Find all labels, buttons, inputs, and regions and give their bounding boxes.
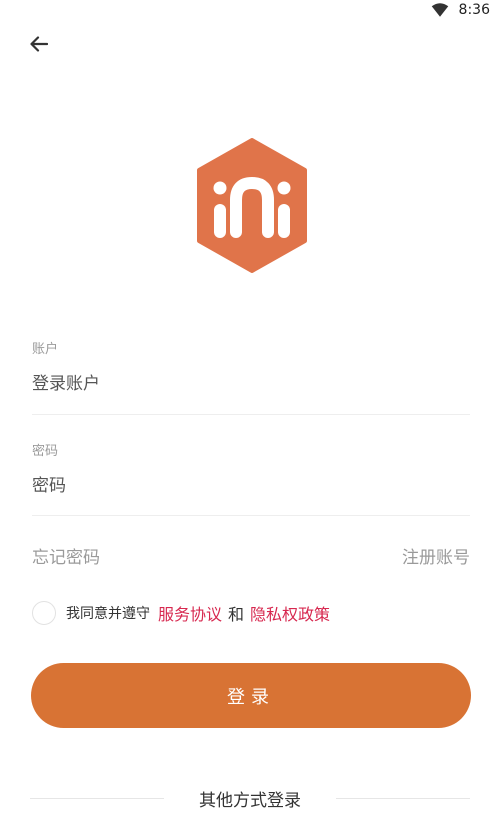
password-field: 密码 xyxy=(32,440,470,497)
other-login-label: 其他方式登录 xyxy=(199,791,301,811)
other-login-divider-right xyxy=(336,798,470,799)
other-login-row: 其他方式登录 xyxy=(30,786,470,811)
privacy-policy-link[interactable]: 隐私权政策 xyxy=(250,601,330,625)
auth-links: 忘记密码 注册账号 xyxy=(32,543,470,568)
password-divider xyxy=(32,515,470,516)
account-input[interactable] xyxy=(32,373,470,395)
register-link[interactable]: 注册账号 xyxy=(402,543,470,568)
account-field: 账户 xyxy=(32,338,470,395)
back-button[interactable] xyxy=(26,32,52,56)
status-icons: 8:36 xyxy=(431,2,490,18)
account-divider xyxy=(32,414,470,415)
agreement-and: 和 xyxy=(228,605,245,624)
other-login-divider-left xyxy=(30,798,164,799)
arrow-left-icon xyxy=(30,36,48,52)
login-button[interactable]: 登录 xyxy=(31,663,471,728)
password-input[interactable] xyxy=(32,475,470,497)
app-logo xyxy=(197,138,307,273)
account-label: 账户 xyxy=(32,342,59,357)
status-bar: 8:36 xyxy=(0,0,500,24)
service-agreement-link[interactable]: 服务协议 xyxy=(158,601,222,625)
password-label: 密码 xyxy=(32,444,59,459)
forgot-password-link[interactable]: 忘记密码 xyxy=(32,543,100,568)
agreement-checkbox[interactable] xyxy=(32,601,56,625)
wifi-icon xyxy=(431,3,448,17)
status-time: 8:36 xyxy=(458,2,490,18)
agreement-row: 我同意并遵守 服务协议 和 隐私权政策 xyxy=(32,601,330,625)
agreement-prefix: 我同意并遵守 xyxy=(66,606,150,622)
